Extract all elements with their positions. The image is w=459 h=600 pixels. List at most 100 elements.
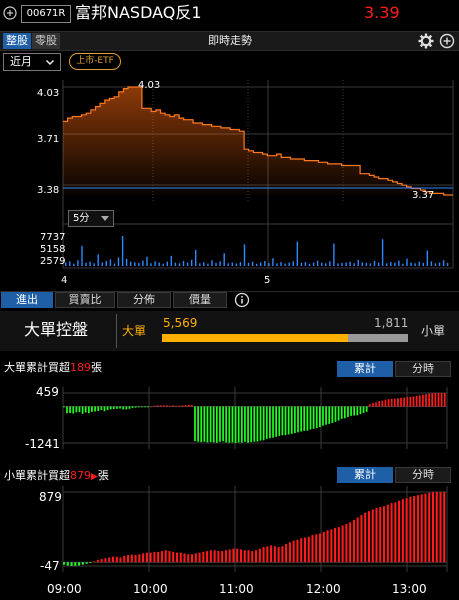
- buy-bar: [307, 536, 310, 563]
- buy-bar: [191, 405, 193, 407]
- volume-bar: [142, 260, 144, 266]
- buy-bar: [202, 551, 205, 563]
- big-cum-title-value: 189: [70, 361, 91, 374]
- buy-bar: [134, 555, 137, 563]
- sell-bar: [284, 406, 287, 436]
- sell-bar: [350, 406, 352, 416]
- buy-bar: [247, 550, 250, 563]
- volume-bar: [353, 263, 355, 266]
- buy-bar: [403, 397, 406, 407]
- buy-bar: [115, 556, 118, 563]
- period-select[interactable]: 近月: [3, 53, 61, 71]
- volume-bar: [418, 261, 420, 266]
- volume-bar: [321, 262, 323, 266]
- sell-bar: [69, 406, 71, 413]
- buy-bar: [422, 394, 424, 407]
- big-cum-button[interactable]: 累計: [337, 361, 393, 377]
- volume-bar: [333, 243, 335, 266]
- volume-bar: [402, 263, 404, 266]
- time-tick-1100: 11:00: [219, 582, 254, 596]
- big-cum-title-prefix: 大單累計買超: [4, 361, 70, 374]
- sell-bar: [81, 406, 84, 414]
- sell-bar: [362, 406, 365, 413]
- big-time-button[interactable]: 分時: [395, 361, 451, 377]
- sell-bar: [81, 562, 84, 565]
- volume-bar: [138, 262, 140, 266]
- buy-bar: [345, 523, 348, 563]
- volume-bar: [386, 263, 388, 266]
- period-select-value: 近月: [10, 55, 32, 68]
- buy-bar: [394, 502, 397, 563]
- buy-bar: [123, 555, 126, 563]
- sell-bar: [97, 406, 100, 411]
- stock-code-input[interactable]: 00671R: [21, 5, 71, 23]
- tab-whole-lot[interactable]: 整股: [3, 33, 31, 49]
- volume-bar: [211, 260, 213, 266]
- volume-bar: [296, 241, 298, 266]
- volume-bar: [243, 244, 246, 266]
- sell-bar: [125, 406, 128, 410]
- small-cum-title-suffix: 張: [97, 469, 109, 482]
- volume-bar: [337, 263, 339, 266]
- time-tick-1000: 10:00: [133, 582, 168, 596]
- volume-bar: [316, 260, 319, 266]
- volume-bar: [113, 263, 116, 266]
- divider: [116, 314, 117, 348]
- vol-tick-mid: 5158: [40, 244, 66, 255]
- add-watchlist-icon[interactable]: [3, 6, 17, 20]
- tab-buy-sell-ratio[interactable]: 買賣比: [55, 292, 115, 308]
- buy-bar: [198, 552, 201, 563]
- volume-bar: [373, 261, 376, 266]
- info-icon[interactable]: [234, 292, 250, 308]
- price-chart: [62, 80, 454, 269]
- buy-bar: [300, 538, 303, 563]
- tab-distribution[interactable]: 分佈: [117, 292, 171, 308]
- tab-inout[interactable]: 進出: [1, 292, 53, 308]
- sell-bar: [231, 406, 234, 443]
- buy-bar: [401, 499, 404, 563]
- buy-bar: [409, 496, 412, 563]
- sell-bar: [265, 406, 268, 439]
- volume-bar: [215, 262, 217, 266]
- buy-bar: [409, 396, 412, 407]
- tab-price-volume[interactable]: 價量: [173, 292, 227, 308]
- volume-bar: [81, 245, 83, 266]
- x-tick-4: 4: [61, 275, 68, 286]
- control-title: 大單控盤: [24, 320, 89, 339]
- sell-bar: [306, 406, 309, 431]
- small-order-value: 1,811: [374, 316, 409, 330]
- small-time-button[interactable]: 分時: [395, 467, 451, 483]
- volume-bar: [438, 262, 441, 266]
- sell-bar: [325, 406, 327, 425]
- chevron-down-icon: [45, 57, 55, 67]
- gear-icon[interactable]: [418, 33, 434, 49]
- volume-bar: [422, 262, 424, 266]
- interval-select[interactable]: 5分: [68, 210, 114, 227]
- buy-bar: [160, 551, 163, 563]
- sell-bar: [359, 406, 362, 415]
- buy-bar: [266, 546, 269, 563]
- buy-bar: [228, 549, 231, 563]
- buy-bar: [288, 542, 291, 563]
- buy-bar: [184, 405, 187, 407]
- tab-odd-lot[interactable]: 零股: [32, 33, 60, 49]
- sell-bar: [290, 406, 293, 434]
- volume-bar: [410, 262, 412, 266]
- small-cum-button[interactable]: 累計: [337, 467, 393, 483]
- volume-bar: [300, 262, 303, 266]
- volume-bar: [130, 261, 132, 266]
- plus-circle-icon[interactable]: [439, 33, 455, 49]
- buy-bar: [292, 540, 295, 563]
- volume-bar: [117, 257, 120, 266]
- volume-bar: [203, 262, 205, 266]
- volume-bar: [251, 261, 254, 266]
- x-tick-5: 5: [264, 275, 271, 286]
- sell-bar: [134, 406, 137, 408]
- buy-bar: [349, 522, 352, 563]
- buy-bar: [104, 558, 107, 563]
- sell-bar: [91, 406, 93, 412]
- buy-bar: [175, 552, 179, 563]
- sell-bar: [297, 406, 299, 433]
- volume-bar: [146, 256, 148, 266]
- buy-bar: [437, 393, 440, 407]
